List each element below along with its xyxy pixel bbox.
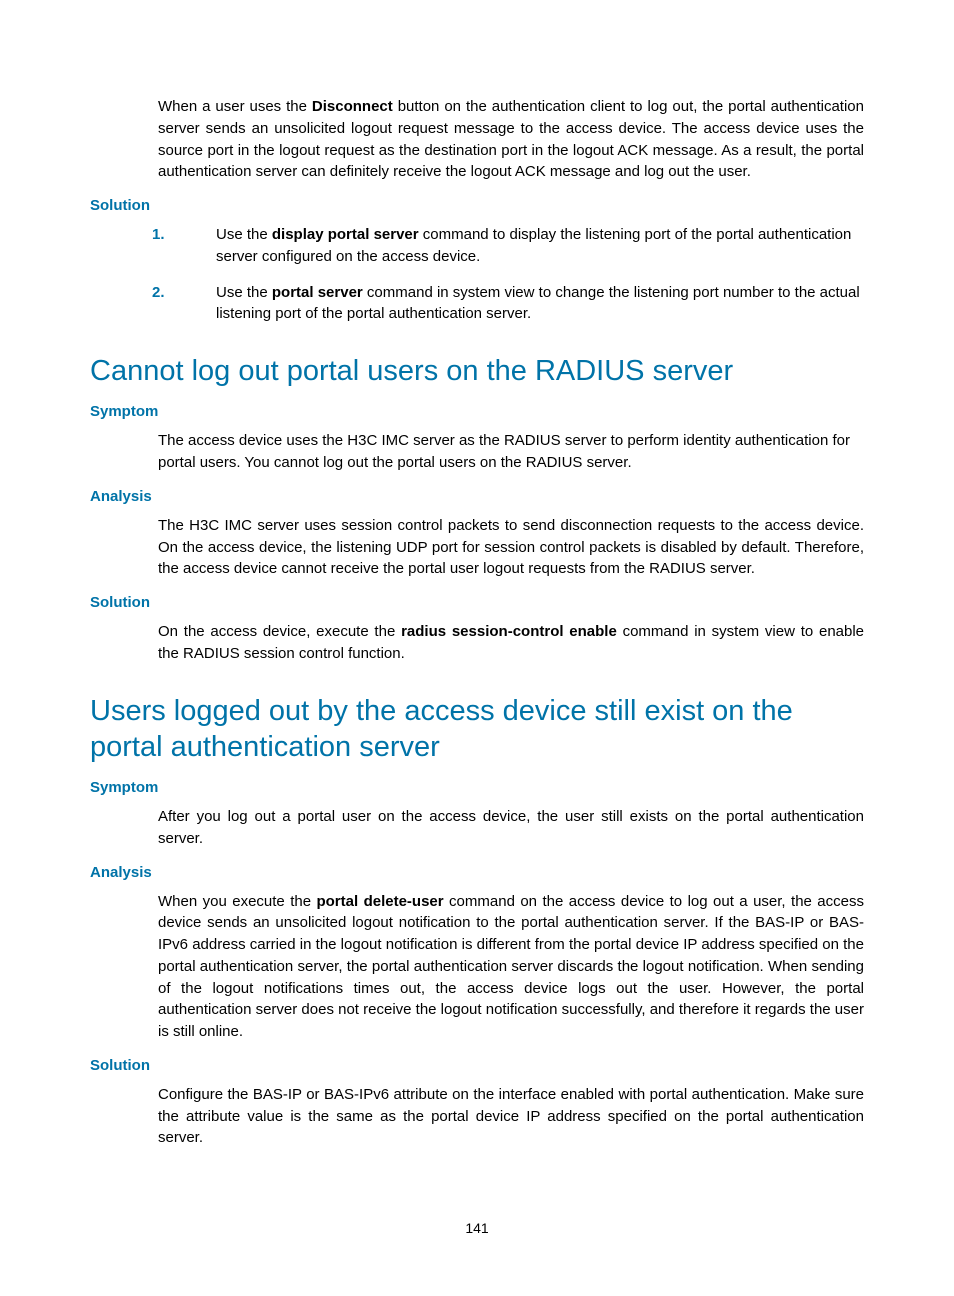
intro-para: When a user uses the Disconnect button o…: [158, 96, 864, 183]
step-number: 2.: [152, 282, 165, 304]
bold-disconnect: Disconnect: [312, 98, 393, 115]
analysis-block: When you execute the portal delete-user …: [158, 891, 864, 1043]
solution-block: On the access device, execute the radius…: [158, 621, 864, 665]
symptom-para: The access device uses the H3C IMC serve…: [158, 430, 864, 474]
solution-para: Configure the BAS-IP or BAS-IPv6 attribu…: [158, 1084, 864, 1149]
section-title-radius: Cannot log out portal users on the RADIU…: [90, 353, 864, 389]
analysis-heading: Analysis: [90, 488, 864, 505]
solution-heading: Solution: [90, 594, 864, 611]
solution-steps: 1. Use the display portal server command…: [90, 224, 864, 325]
bold-command: portal delete-user: [316, 893, 443, 910]
step-1: 1. Use the display portal server command…: [90, 224, 864, 268]
text: command on the access device to log out …: [158, 893, 864, 1041]
step-2: 2. Use the portal server command in syst…: [90, 282, 864, 326]
text: When a user uses the: [158, 98, 312, 115]
intro-block: When a user uses the Disconnect button o…: [158, 96, 864, 183]
solution-heading: Solution: [90, 197, 864, 214]
text: Use the: [216, 226, 272, 243]
analysis-block: The H3C IMC server uses session control …: [158, 515, 864, 580]
symptom-para: After you log out a portal user on the a…: [158, 806, 864, 850]
analysis-para: When you execute the portal delete-user …: [158, 891, 864, 1043]
analysis-heading: Analysis: [90, 864, 864, 881]
solution-block: Configure the BAS-IP or BAS-IPv6 attribu…: [158, 1084, 864, 1149]
symptom-heading: Symptom: [90, 403, 864, 420]
symptom-block: The access device uses the H3C IMC serve…: [158, 430, 864, 474]
bold-command: portal server: [272, 284, 363, 301]
section-title-still-exist: Users logged out by the access device st…: [90, 693, 864, 766]
bold-command: display portal server: [272, 226, 419, 243]
solution-para: On the access device, execute the radius…: [158, 621, 864, 665]
page-number: 141: [0, 1220, 954, 1236]
bold-command: radius session-control enable: [401, 623, 617, 640]
step-number: 1.: [152, 224, 165, 246]
analysis-para: The H3C IMC server uses session control …: [158, 515, 864, 580]
text: On the access device, execute the: [158, 623, 401, 640]
text: When you execute the: [158, 893, 316, 910]
solution-heading: Solution: [90, 1057, 864, 1074]
symptom-heading: Symptom: [90, 779, 864, 796]
text: Use the: [216, 284, 272, 301]
symptom-block: After you log out a portal user on the a…: [158, 806, 864, 850]
page: When a user uses the Disconnect button o…: [0, 0, 954, 1296]
